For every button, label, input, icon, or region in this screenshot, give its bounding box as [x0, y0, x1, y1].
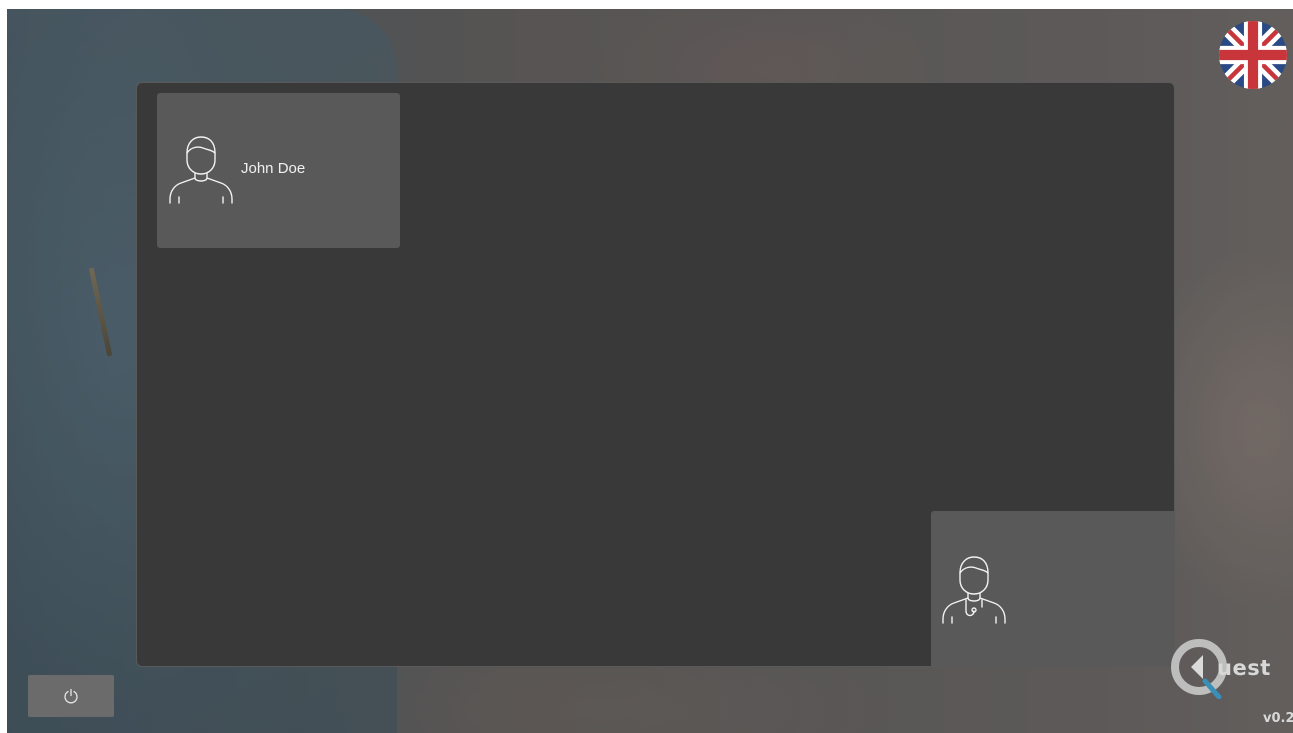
- video-call-panel: John Doe: [136, 82, 1175, 667]
- app-screen: John Doe uest v0.2: [7, 9, 1293, 733]
- uk-flag-icon: [1219, 21, 1287, 89]
- patient-name-label: John Doe: [241, 160, 306, 177]
- patient-avatar-icon: [169, 136, 233, 204]
- version-label: v0.2: [1263, 711, 1293, 726]
- doctor-avatar-icon: [942, 556, 1006, 624]
- patient-video-tile[interactable]: John Doe: [157, 93, 400, 248]
- logo-text: uest: [1217, 656, 1271, 680]
- power-button[interactable]: [28, 675, 114, 717]
- power-icon: [64, 688, 78, 704]
- quest-logo: uest: [1169, 637, 1293, 699]
- language-flag-button[interactable]: [1219, 21, 1287, 89]
- doctor-video-tile[interactable]: [931, 511, 1174, 666]
